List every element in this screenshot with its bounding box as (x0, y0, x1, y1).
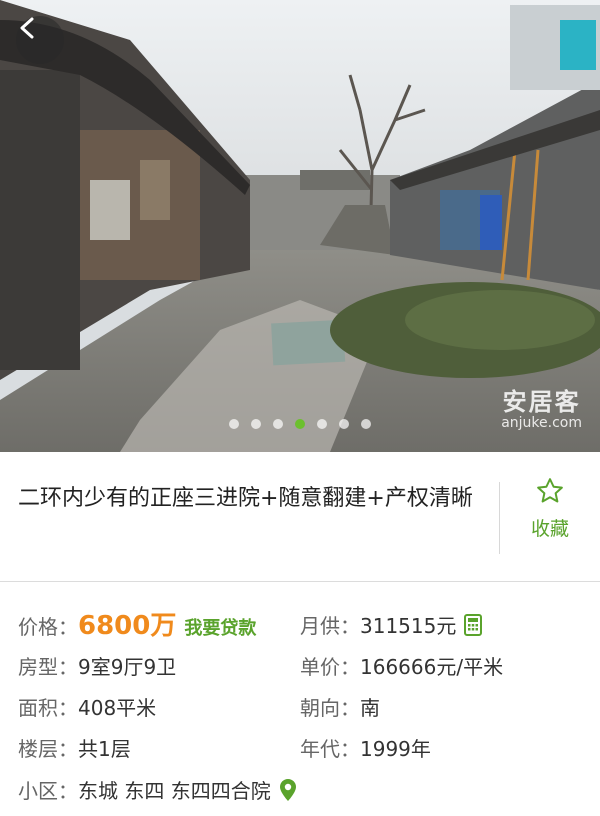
monthly-payment-label: 月供： (300, 614, 360, 638)
community-label: 小区： (18, 779, 78, 803)
carousel-dot[interactable] (295, 419, 305, 429)
carousel-dot[interactable] (339, 419, 349, 429)
calculator-button[interactable] (464, 609, 483, 649)
unit-price-value: 166666元/平米 (360, 655, 504, 679)
map-button[interactable] (279, 775, 297, 815)
orientation-value: 南 (360, 696, 380, 720)
listing-photo[interactable]: 安居客 anjuke.com (0, 0, 600, 452)
carousel-dot[interactable] (361, 419, 371, 429)
unit-price-label: 单价： (300, 655, 360, 679)
star-outline-icon (537, 478, 563, 503)
layout-label: 房型： (18, 655, 78, 679)
price-value: 6800万 (78, 611, 177, 641)
back-arrow-icon (20, 17, 34, 39)
monthly-payment-value: 311515元 (360, 614, 457, 638)
area-value: 408平米 (78, 696, 157, 720)
carousel-indicator[interactable] (0, 419, 600, 429)
watermark-brand: 安居客 (502, 388, 581, 416)
info-row-floor: 楼层：共1层 年代：1999年 (0, 729, 600, 769)
favorite-button[interactable]: 收藏 (506, 476, 594, 541)
carousel-dot[interactable] (317, 419, 327, 429)
title-divider (499, 482, 500, 554)
listing-title: 二环内少有的正座三进院+随意翻建+产权清晰 (18, 486, 473, 511)
community-value[interactable]: 东城 东四 东四四合院 (78, 779, 271, 803)
location-pin-icon (279, 779, 296, 801)
back-button[interactable] (16, 16, 64, 64)
floor-label: 楼层： (18, 737, 78, 761)
year-label: 年代： (300, 737, 360, 761)
carousel-dot[interactable] (273, 419, 283, 429)
loan-link[interactable]: 我要贷款 (184, 618, 256, 639)
carousel-dot[interactable] (251, 419, 261, 429)
calculator-icon (464, 614, 483, 636)
title-section: 二环内少有的正座三进院+随意翻建+产权清晰 收藏 (0, 452, 600, 582)
floor-value: 共1层 (78, 737, 131, 761)
year-value: 1999年 (360, 737, 431, 761)
info-row-community: 小区：东城 东四 东四四合院 (0, 771, 600, 811)
price-label: 价格： (18, 615, 78, 639)
info-row-price: 价格：6800万 我要贷款 月供：311515元 (0, 606, 600, 646)
carousel-dot[interactable] (229, 419, 239, 429)
favorite-label: 收藏 (530, 518, 569, 540)
info-row-layout: 房型：9室9厅9卫 单价：166666元/平米 (0, 647, 600, 687)
orientation-label: 朝向： (300, 696, 360, 720)
layout-value: 9室9厅9卫 (78, 655, 177, 679)
area-label: 面积： (18, 696, 78, 720)
info-row-area: 面积：408平米 朝向：南 (0, 688, 600, 728)
